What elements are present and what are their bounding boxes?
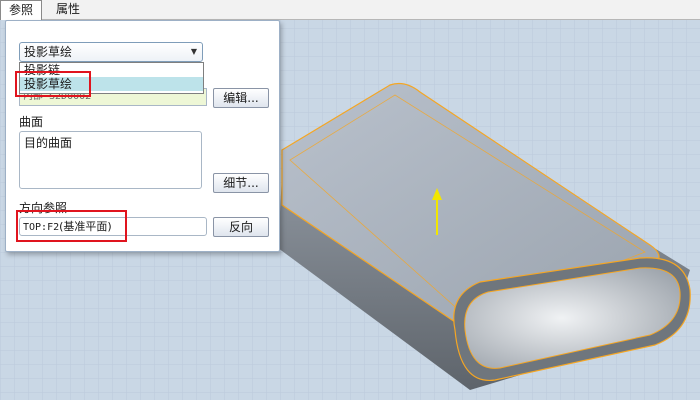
dropdown-option-project-sketch[interactable]: 投影草绘 [20,77,203,91]
projection-type-dropdown[interactable]: 投影链 投影草绘 [19,62,204,94]
tab-properties[interactable]: 属性 [48,0,88,18]
flip-direction-button[interactable]: 反向 [213,217,269,237]
direction-reference-type: (基准平面) [59,220,112,233]
details-button[interactable]: 细节... [213,173,269,193]
surface-collector[interactable]: 目的曲面 [19,131,202,189]
references-panel: 投影草绘 ▼ 内部 S2D0002 投影链 投影草绘 编辑... 曲面 目的曲面… [5,20,280,252]
surface-item[interactable]: 目的曲面 [24,134,197,151]
surface-label: 曲面 [19,115,44,129]
direction-reference-label: 方向参照 [19,201,68,215]
projection-type-value: 投影草绘 [24,45,73,59]
chevron-down-icon: ▼ [190,47,197,56]
tab-references[interactable]: 参照 [0,0,43,20]
tab-bar: 参照 属性 [0,0,700,20]
direction-reference-code: TOP:F2 [23,222,60,233]
projection-type-select[interactable]: 投影草绘 ▼ [19,42,203,62]
direction-reference-field[interactable]: TOP:F2(基准平面) [19,217,207,236]
edit-sketch-button[interactable]: 编辑... [213,88,269,108]
dropdown-option-project-chain[interactable]: 投影链 [20,63,203,77]
